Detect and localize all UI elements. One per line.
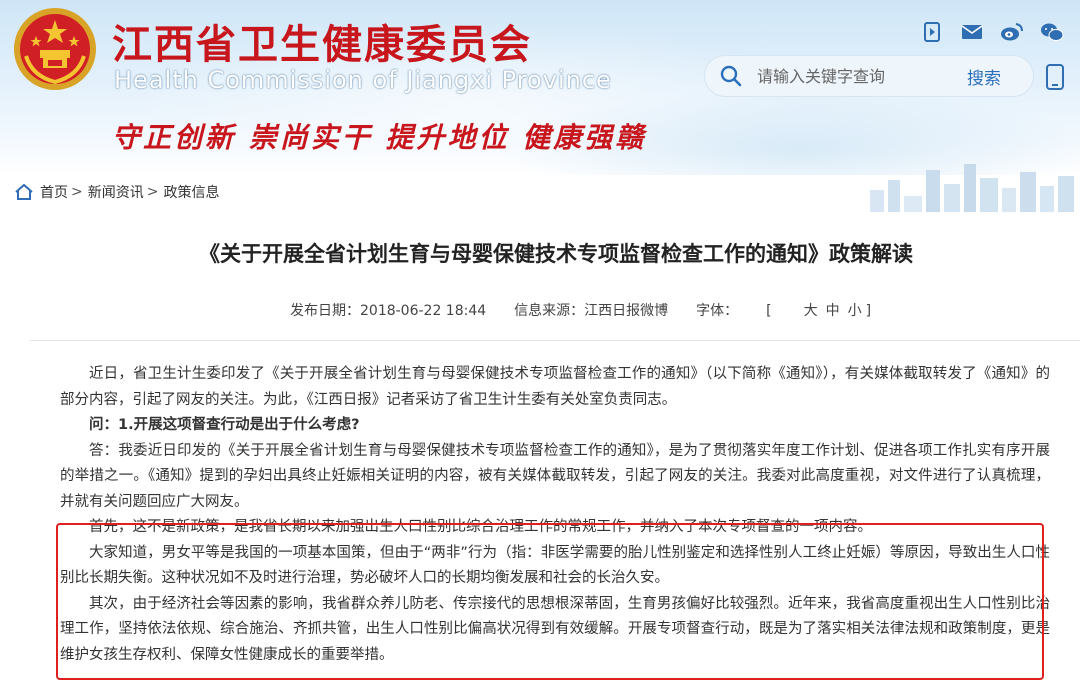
city-skyline-decoration bbox=[870, 164, 1074, 212]
font-size-control: 字体： [ 大中小] bbox=[696, 300, 899, 320]
article-title: 《关于开展全省计划生育与母婴保健技术专项监督检查工作的通知》政策解读 bbox=[199, 242, 913, 266]
header-banner: 江西省卫生健康委员会 Health Commission of Jiangxi … bbox=[0, 0, 1080, 175]
font-size-bracket: [ bbox=[766, 303, 772, 319]
font-size-label: 字体： bbox=[696, 303, 739, 319]
font-size-medium[interactable]: 中 bbox=[826, 303, 840, 319]
slogan: 守正创新 崇尚实干 提升地位 健康强赣 bbox=[112, 121, 647, 154]
article-meta: 发布日期：2018-06-22 18:44 信息来源：江西日报微博 字体： [ 大中… bbox=[290, 300, 927, 320]
breadcrumb-home[interactable]: 首页 bbox=[40, 182, 68, 202]
divider bbox=[30, 340, 1080, 341]
top-icon-bar bbox=[912, 20, 1072, 44]
breadcrumb: 首页 > 新闻资讯 > 政策信息 bbox=[14, 181, 219, 203]
search-box: 搜索 bbox=[704, 55, 1034, 97]
font-size-large[interactable]: 大 bbox=[804, 303, 818, 319]
search-input[interactable] bbox=[757, 66, 947, 86]
video-icon[interactable] bbox=[912, 20, 952, 44]
info-source: 信息来源：江西日报微博 bbox=[514, 303, 669, 319]
search-button[interactable]: 搜索 bbox=[967, 64, 1001, 89]
font-size-small[interactable]: 小 bbox=[848, 303, 862, 319]
search-icon[interactable] bbox=[705, 65, 757, 87]
article-paragraph: 近日，省卫生计生委印发了《关于开展全省计划生育与母婴保健技术专项监督检查工作的通… bbox=[60, 366, 1050, 408]
mail-icon[interactable] bbox=[952, 20, 992, 44]
weibo-icon[interactable] bbox=[992, 20, 1032, 44]
article-question: 问：1.开展这项督查行动是出于什么考虑? bbox=[89, 417, 360, 433]
breadcrumb-policy[interactable]: 政策信息 bbox=[163, 182, 219, 202]
publish-date: 发布日期：2018-06-22 18:44 bbox=[290, 303, 487, 319]
mobile-icon[interactable] bbox=[1046, 64, 1064, 90]
site-title[interactable]: 江西省卫生健康委员会 bbox=[112, 12, 532, 70]
highlight-box bbox=[56, 523, 1044, 680]
wechat-icon[interactable] bbox=[1032, 20, 1072, 44]
breadcrumb-news[interactable]: 新闻资讯 bbox=[88, 182, 144, 202]
breadcrumb-separator: > bbox=[146, 184, 159, 200]
article-paragraph: 答：我委近日印发的《关于开展全省计划生育与母婴保健技术专项监督检查工作的通知》，… bbox=[60, 442, 1050, 510]
breadcrumb-separator: > bbox=[71, 184, 83, 200]
national-emblem-icon bbox=[14, 8, 96, 90]
site-subtitle: Health Commission of Jiangxi Province bbox=[114, 66, 612, 94]
font-size-bracket: ] bbox=[865, 303, 872, 319]
home-icon bbox=[15, 183, 33, 200]
